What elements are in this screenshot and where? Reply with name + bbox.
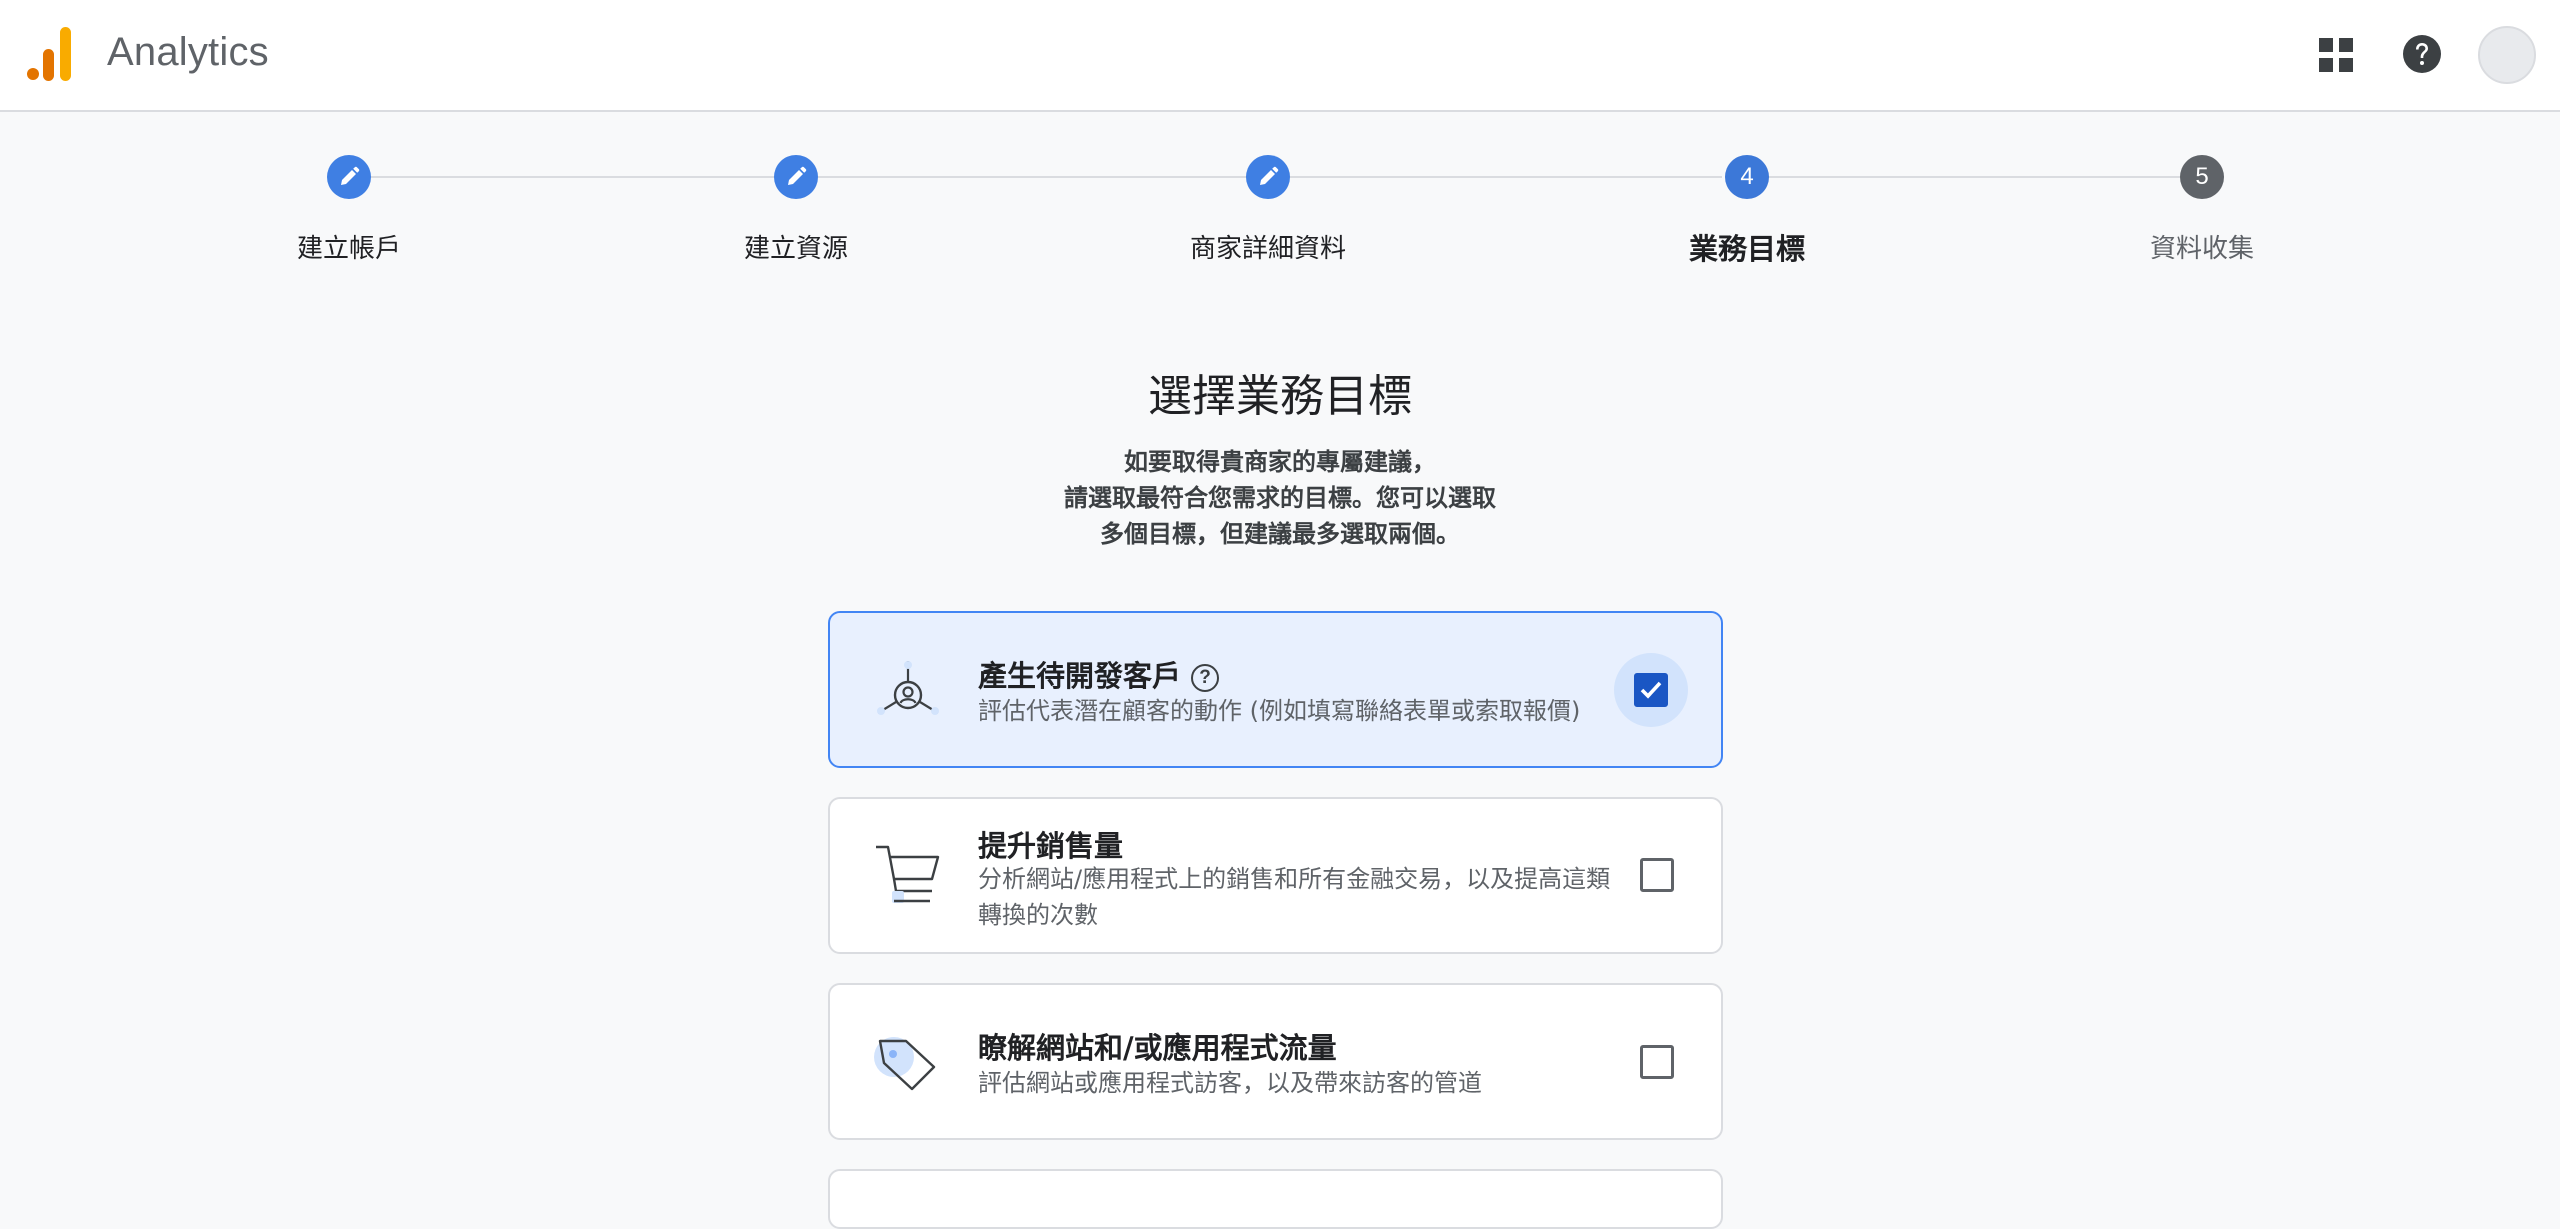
goal-description: 評估網站或應用程式訪客，以及帶來訪客的管道 (978, 1069, 1482, 1097)
shopping-cart-icon (876, 845, 940, 903)
pencil-icon (788, 166, 807, 185)
step-4-number: 4 (1725, 155, 1769, 199)
intro-line: 多個目標，但建議最多選取兩個。 (1100, 520, 1460, 548)
goal-title: 提升銷售量 (978, 829, 1124, 863)
step-1-label: 建立帳戶 (296, 234, 402, 264)
goal-card-drive-sales[interactable]: 提升銷售量 分析網站/應用程式上的銷售和所有金融交易，以及提高這類轉換的次數 (828, 797, 1723, 954)
step-5-label: 資料收集 (2149, 234, 2255, 264)
step-connector (1290, 176, 1722, 178)
goal-card-understand-traffic[interactable]: 瞭解網站和/或應用程式流量 評估網站或應用程式訪客，以及帶來訪客的管道 (828, 983, 1723, 1140)
step-5-number: 5 (2180, 155, 2224, 199)
intro-line: 如要取得貴商家的專屬建議， (1124, 448, 1436, 476)
app-title: Analytics (107, 30, 269, 74)
goal-checkbox[interactable] (1634, 673, 1668, 707)
step-3-label: 商家詳細資料 (1189, 234, 1347, 264)
checkmark-icon (1640, 681, 1662, 699)
intro-line: 請選取最符合您需求的目標。您可以選取 (1064, 484, 1496, 512)
goal-card-generate-leads[interactable]: 產生待開發客戶? 評估代表潛在顧客的動作 (例如填寫聯絡表單或索取報價) (828, 611, 1723, 768)
goal-checkbox[interactable] (1640, 1045, 1674, 1079)
goal-title: 產生待開發客戶? (978, 653, 1220, 695)
step-connector (1768, 176, 2180, 178)
goal-description: 分析網站/應用程式上的銷售和所有金融交易，以及提高這類轉換的次數 (978, 865, 1611, 929)
step-1-edit[interactable] (327, 155, 371, 199)
help-icon[interactable] (2402, 34, 2442, 74)
help-circle-icon[interactable]: ? (1191, 664, 1220, 692)
account-avatar[interactable] (2478, 26, 2536, 84)
step-2-label: 建立資源 (743, 234, 849, 264)
apps-grid-icon[interactable] (2317, 36, 2355, 74)
step-2-edit[interactable] (774, 155, 818, 199)
page-title: 選擇業務目標 (1148, 371, 1412, 422)
goal-card-partial[interactable] (828, 1169, 1723, 1229)
goal-checkbox[interactable] (1640, 858, 1674, 892)
goal-title: 瞭解網站和/或應用程式流量 (978, 1031, 1337, 1065)
step-connector (370, 176, 775, 178)
pencil-icon (1260, 166, 1279, 185)
goal-title-text: 產生待開發客戶 (978, 659, 1182, 693)
goal-description: 評估代表潛在顧客的動作 (例如填寫聯絡表單或索取報價) (978, 697, 1581, 725)
leads-icon (877, 661, 939, 715)
tag-icon (874, 1037, 936, 1091)
step-3-edit[interactable] (1246, 155, 1290, 199)
step-connector (818, 176, 1248, 178)
analytics-logo-icon[interactable] (27, 27, 75, 81)
pencil-icon (341, 166, 360, 185)
intro-text: 如要取得貴商家的專屬建議， 請選取最符合您需求的目標。您可以選取 多個目標，但建… (0, 444, 2560, 552)
step-4-label: 業務目標 (1688, 232, 1806, 266)
top-app-bar: Analytics (0, 0, 2560, 112)
